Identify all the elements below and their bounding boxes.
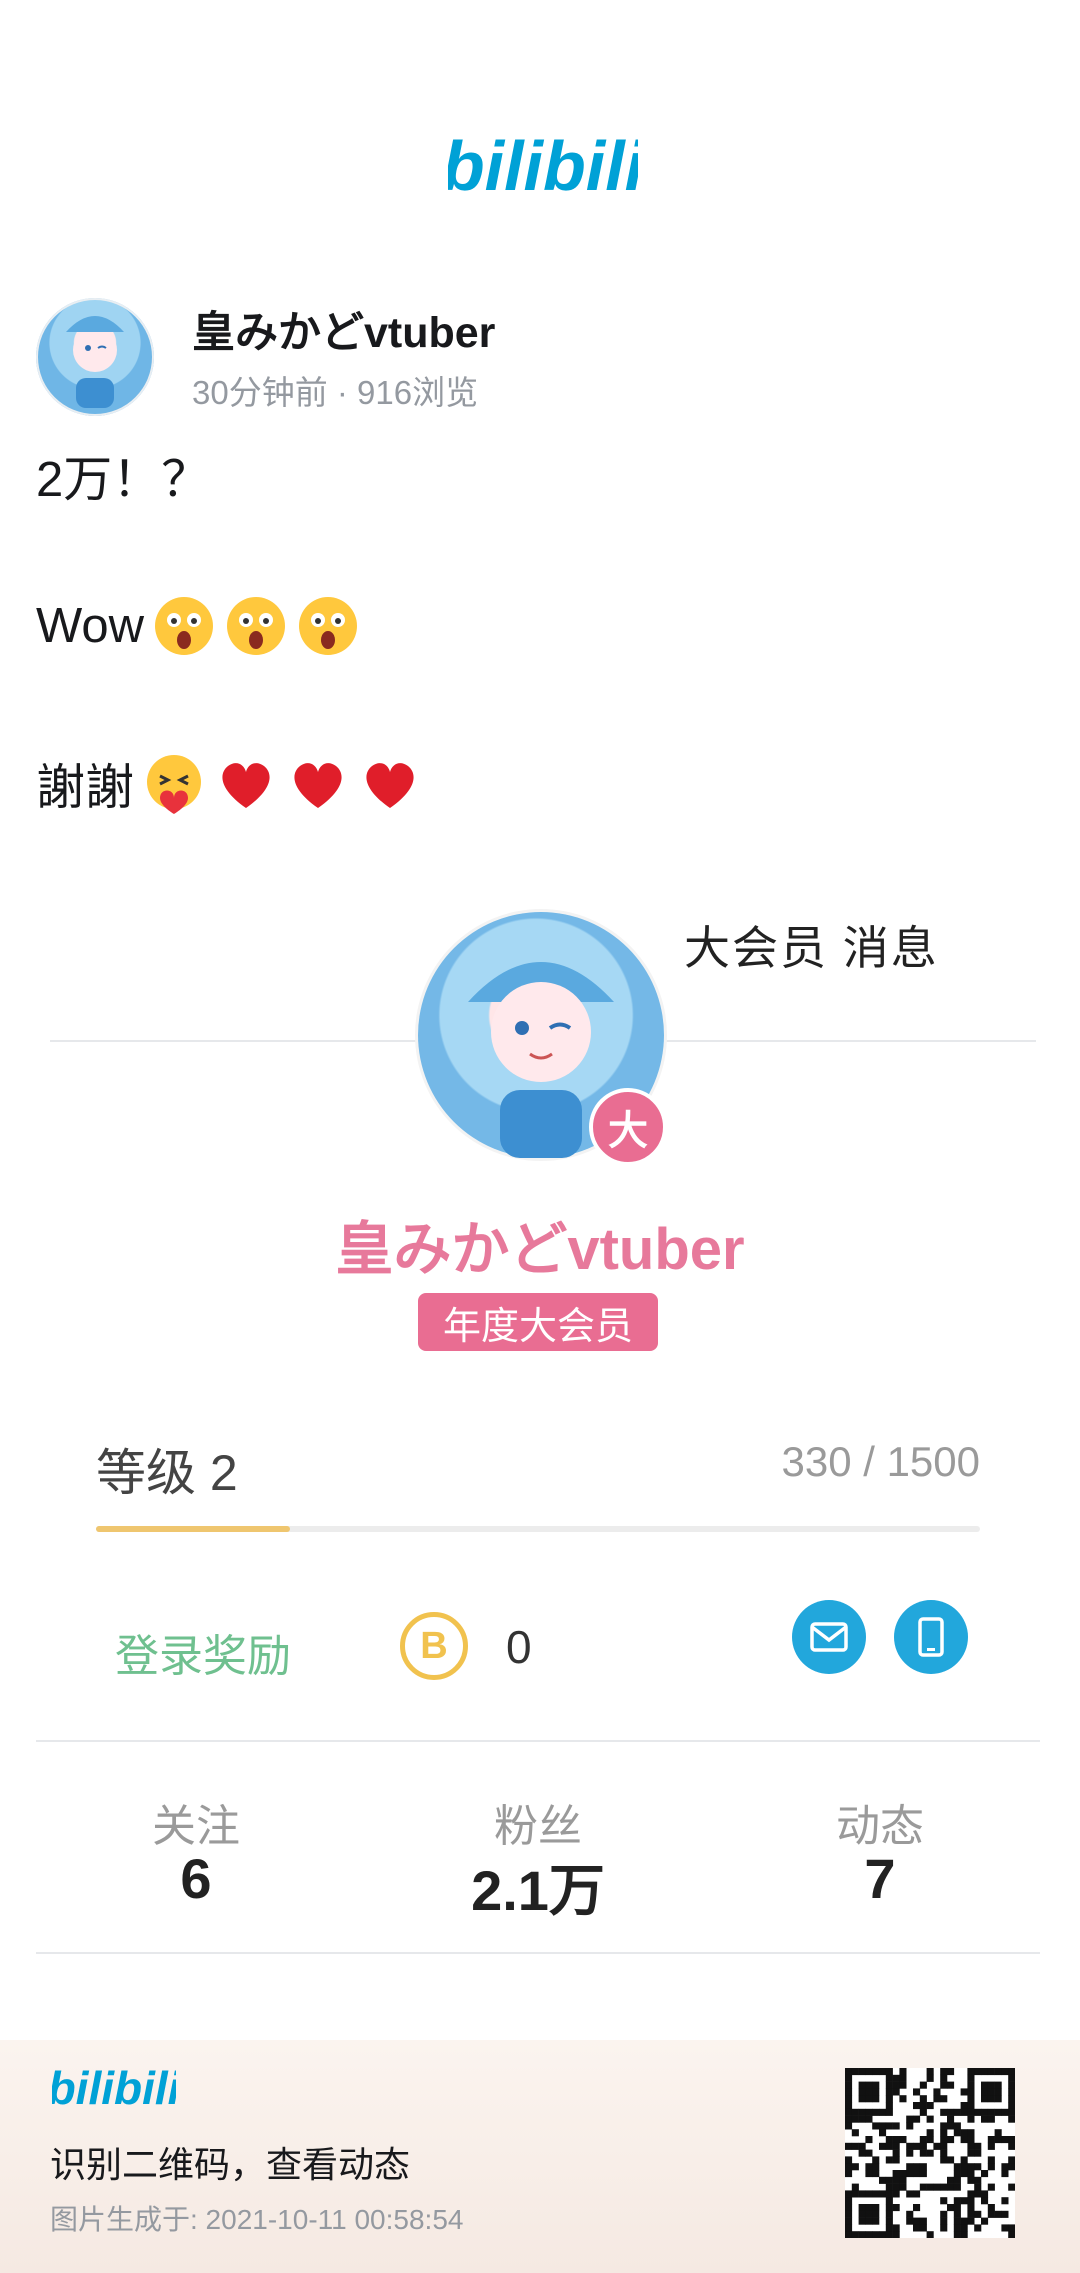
- qr-code-icon: [845, 2068, 1016, 2239]
- post-text-line-3: 謝謝: [36, 748, 422, 819]
- heart-emoji-icon: [294, 762, 342, 808]
- vip-avatar-badge: 大: [589, 1088, 667, 1166]
- author-avatar[interactable]: [36, 298, 154, 416]
- svg-text:bilibili: bilibili: [448, 127, 638, 205]
- bilibili-logo: bilibili: [448, 127, 638, 205]
- heart-emoji-icon: [366, 762, 414, 808]
- level-exp-value: 330 / 1500: [781, 1438, 980, 1485]
- bilibili-logo: bilibili: [52, 2062, 176, 2114]
- screenshot-nav: 大会员 消息: [684, 922, 939, 974]
- heart-emoji-icon: [222, 762, 270, 808]
- astonished-emoji-icon: [227, 597, 286, 655]
- stat-posts-label: 动态: [836, 1802, 924, 1851]
- svg-text:bilibili: bilibili: [52, 2062, 176, 2114]
- qr-call-to-action: 识别二维码，查看动态: [50, 2144, 411, 2185]
- divider: [36, 1740, 1040, 1742]
- stat-followers-value: 2.1万: [471, 1859, 605, 1922]
- author-name[interactable]: 皇みかどvtuber: [192, 298, 495, 360]
- divider: [36, 1952, 1040, 1954]
- astonished-emoji-icon: [299, 597, 358, 655]
- annual-vip-tag: 年度大会员: [418, 1293, 658, 1351]
- post-text-line-1: 2万！？: [36, 453, 211, 507]
- post-text-line-2: Wow: [36, 594, 360, 658]
- generated-timestamp: 图片生成于: 2021-10-11 00:58:54: [50, 2204, 464, 2235]
- level-progress-fill: [96, 1526, 291, 1532]
- level-label: 等级 2: [96, 1445, 238, 1501]
- screenshot-username: 皇みかどvtuber: [335, 1217, 745, 1282]
- qr-code[interactable]: [845, 2068, 1016, 2239]
- mail-icon: [792, 1600, 866, 1674]
- stat-following-label: 关注: [152, 1802, 240, 1851]
- astonished-emoji-icon: [155, 597, 214, 655]
- hugging-emoji-icon: [147, 754, 202, 814]
- anime-girl-avatar-icon: [66, 316, 124, 408]
- stat-followers-label: 粉丝: [494, 1802, 582, 1851]
- coin-count: 0: [506, 1621, 532, 1673]
- b-coin-icon: B: [400, 1612, 468, 1680]
- phone-icon: [894, 1600, 968, 1674]
- stat-posts-value: 7: [864, 1847, 896, 1910]
- stat-following-value: 6: [180, 1847, 212, 1910]
- post-meta: 30分钟前 · 916浏览: [192, 374, 479, 411]
- login-reward-label: 登录奖励: [115, 1632, 291, 1681]
